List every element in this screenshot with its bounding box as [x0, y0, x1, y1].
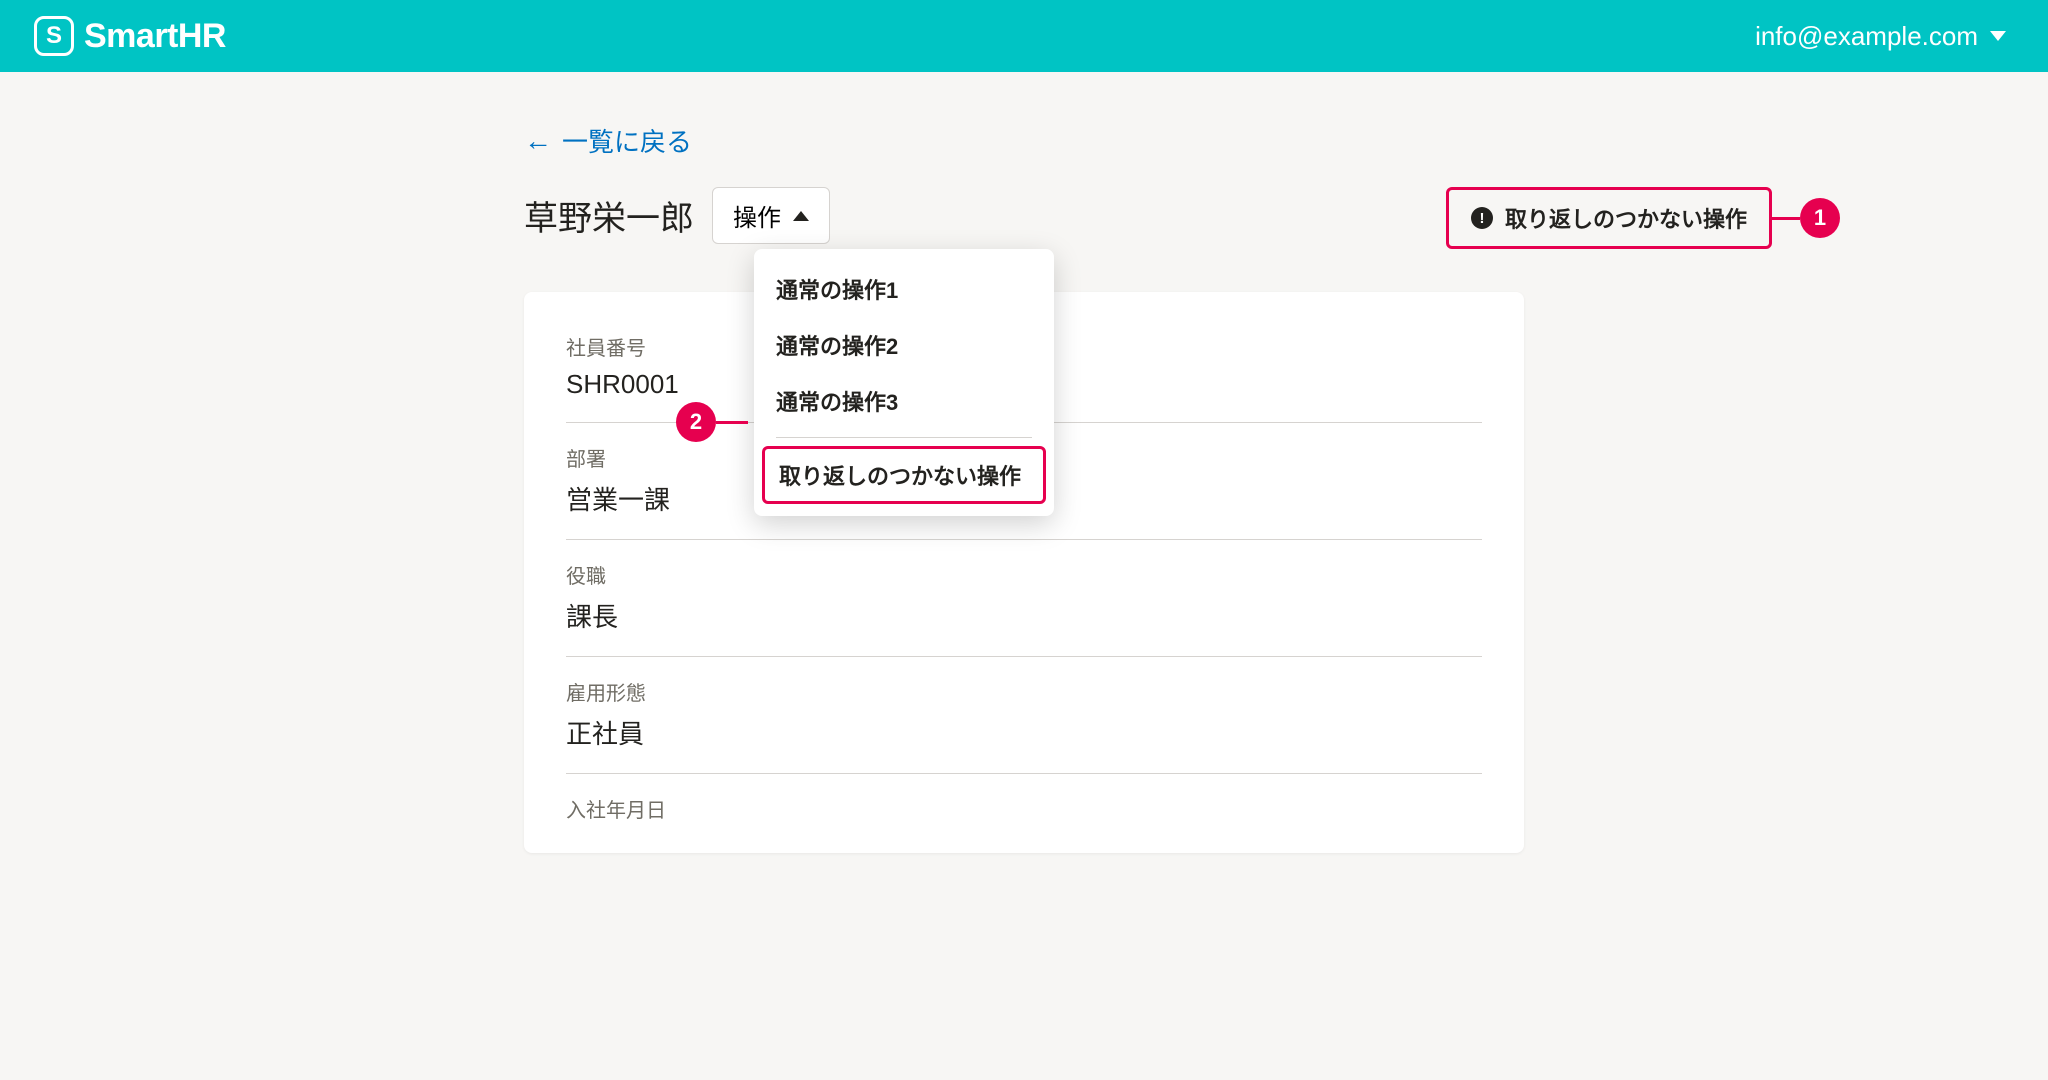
operations-dropdown: 通常の操作1 通常の操作2 通常の操作3 取り返しのつかない操作 [754, 249, 1054, 516]
operations-button[interactable]: 操作 [712, 187, 830, 244]
field-value: 課長 [566, 597, 1482, 634]
user-menu[interactable]: info@example.com [1755, 21, 2006, 52]
dropdown-item-1[interactable]: 通常の操作1 [754, 261, 1054, 317]
field-hire-date: 入社年月日 [566, 774, 1482, 853]
operations-button-label: 操作 [733, 198, 781, 233]
dropdown-item-3[interactable]: 通常の操作3 [754, 373, 1054, 429]
callout-1-text: 取り返しのつかない操作 [1505, 202, 1747, 234]
caret-up-icon [793, 211, 809, 221]
user-email: info@example.com [1755, 21, 1978, 52]
dropdown-item-danger[interactable]: 取り返しのつかない操作 [762, 446, 1046, 504]
top-bar: S SmartHR info@example.com [0, 0, 2048, 72]
field-label: 役職 [566, 560, 1482, 589]
annotation-badge-2: 2 [676, 402, 716, 442]
callout-1: ! 取り返しのつかない操作 1 [1446, 187, 1840, 249]
callout-1-box: ! 取り返しのつかない操作 [1446, 187, 1772, 249]
back-link-label: 一覧に戻る [562, 122, 692, 159]
annotation-badge-1: 1 [1800, 198, 1840, 238]
caret-down-icon [1990, 31, 2006, 41]
field-position: 役職 課長 [566, 540, 1482, 657]
arrow-left-icon: ← [524, 127, 552, 155]
brand-mark-icon: S [34, 16, 74, 56]
dropdown-divider [776, 437, 1032, 438]
alert-icon: ! [1471, 207, 1493, 229]
page-title: 草野栄一郎 [524, 191, 694, 240]
field-employment-type: 雇用形態 正社員 [566, 657, 1482, 774]
callout-1-connector [1772, 217, 1800, 220]
brand: S SmartHR [34, 16, 226, 56]
page: ← 一覧に戻る 草野栄一郎 操作 通常の操作1 通常の操作2 通常の操作3 取り… [524, 122, 1524, 853]
field-label: 雇用形態 [566, 677, 1482, 706]
callout-2-connector [716, 421, 748, 424]
field-value: 正社員 [566, 714, 1482, 751]
title-row: 草野栄一郎 操作 通常の操作1 通常の操作2 通常の操作3 取り返しのつかない操… [524, 187, 1524, 244]
back-link[interactable]: ← 一覧に戻る [524, 122, 692, 159]
field-label: 入社年月日 [566, 794, 1482, 823]
callout-2: 2 [676, 402, 748, 442]
brand-name: SmartHR [84, 17, 226, 56]
dropdown-item-2[interactable]: 通常の操作2 [754, 317, 1054, 373]
